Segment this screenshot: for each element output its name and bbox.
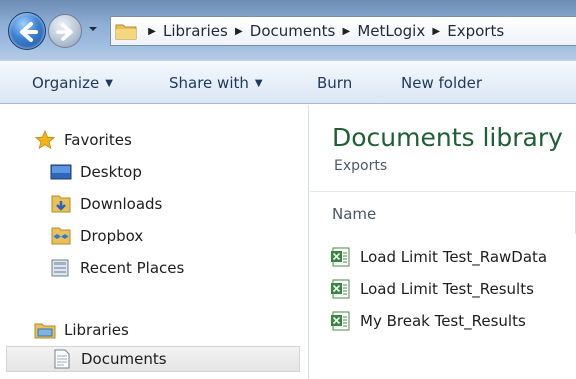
burn-button[interactable]: Burn — [317, 74, 352, 92]
share-with-label: Share with — [169, 74, 249, 92]
sidebar-item-downloads[interactable]: Downloads — [50, 191, 162, 217]
burn-label: Burn — [317, 74, 353, 92]
excel-file-icon — [330, 311, 352, 331]
page-title: Documents library — [332, 123, 563, 152]
sidebar-item-recent-places[interactable]: Recent Places — [50, 255, 184, 281]
sidebar-item-label: Desktop — [80, 163, 142, 181]
breadcrumb-separator-icon: ▶ — [342, 25, 351, 37]
navigation-pane: Favorites Desktop Downloads Dropbox Rece… — [0, 105, 309, 379]
star-icon — [34, 130, 56, 150]
sidebar-item-label: Recent Places — [80, 259, 185, 277]
list-item[interactable]: Load Limit Test_RawData — [330, 244, 547, 270]
document-icon — [51, 349, 73, 369]
downloads-folder-icon — [50, 194, 72, 214]
file-name: Load Limit Test_RawData — [360, 248, 548, 266]
title-bar: ▶ Libraries ▶ Documents ▶ MetLogix ▶ Exp… — [0, 0, 576, 60]
new-folder-button[interactable]: New folder — [401, 74, 482, 92]
sidebar-item-label: Dropbox — [80, 227, 144, 245]
column-header-label: Name — [332, 205, 377, 223]
folder-icon — [115, 24, 137, 40]
chevron-down-icon — [89, 27, 97, 31]
address-bar[interactable]: ▶ Libraries ▶ Documents ▶ MetLogix ▶ Exp… — [110, 16, 576, 46]
command-toolbar: Organize ▼ Share with ▼ Burn New folder — [0, 60, 576, 104]
forward-button[interactable] — [48, 14, 82, 48]
share-with-button[interactable]: Share with ▼ — [169, 74, 263, 92]
sidebar-item-documents[interactable]: Documents — [6, 346, 300, 372]
recent-places-icon — [50, 258, 72, 278]
column-header-name[interactable]: Name — [310, 192, 576, 234]
dropbox-icon — [50, 226, 72, 246]
file-name: My Break Test_Results — [360, 312, 526, 330]
arrow-right-icon — [56, 23, 73, 41]
sidebar-item-label: Documents — [81, 350, 167, 368]
sidebar-item-favorites[interactable]: Favorites — [34, 127, 132, 153]
desktop-icon — [50, 162, 72, 182]
chevron-down-icon: ▼ — [254, 78, 263, 89]
libraries-icon — [34, 320, 56, 340]
recent-pages-button[interactable] — [86, 22, 100, 36]
arrow-left-icon — [20, 22, 38, 42]
list-item[interactable]: My Break Test_Results — [330, 308, 526, 334]
sidebar-item-label: Downloads — [80, 195, 163, 213]
breadcrumb-libraries[interactable]: Libraries — [161, 22, 230, 40]
breadcrumb-separator-icon: ▶ — [148, 25, 156, 37]
breadcrumb-separator-icon: ▶ — [234, 25, 243, 37]
library-subtitle: Exports — [334, 158, 388, 174]
new-folder-label: New folder — [401, 74, 483, 92]
file-name: Load Limit Test_Results — [360, 280, 534, 298]
breadcrumb-exports[interactable]: Exports — [445, 22, 506, 40]
sidebar-item-desktop[interactable]: Desktop — [50, 159, 142, 185]
organize-label: Organize — [32, 74, 100, 92]
excel-file-icon — [330, 247, 352, 267]
back-button[interactable] — [8, 12, 46, 50]
excel-file-icon — [330, 279, 352, 299]
breadcrumb-metlogix[interactable]: MetLogix — [355, 22, 427, 40]
sidebar-item-label: Favorites — [64, 131, 132, 149]
organize-button[interactable]: Organize ▼ — [32, 74, 113, 92]
breadcrumb-separator-icon: ▶ — [432, 25, 441, 37]
content-pane: Documents library Exports Name Load Limi… — [310, 105, 576, 379]
sidebar-item-label: Libraries — [64, 321, 129, 339]
chevron-down-icon: ▼ — [105, 78, 113, 89]
sidebar-item-libraries[interactable]: Libraries — [34, 317, 129, 343]
sidebar-item-dropbox[interactable]: Dropbox — [50, 223, 143, 249]
list-item[interactable]: Load Limit Test_Results — [330, 276, 534, 302]
breadcrumb-documents[interactable]: Documents — [248, 22, 338, 40]
